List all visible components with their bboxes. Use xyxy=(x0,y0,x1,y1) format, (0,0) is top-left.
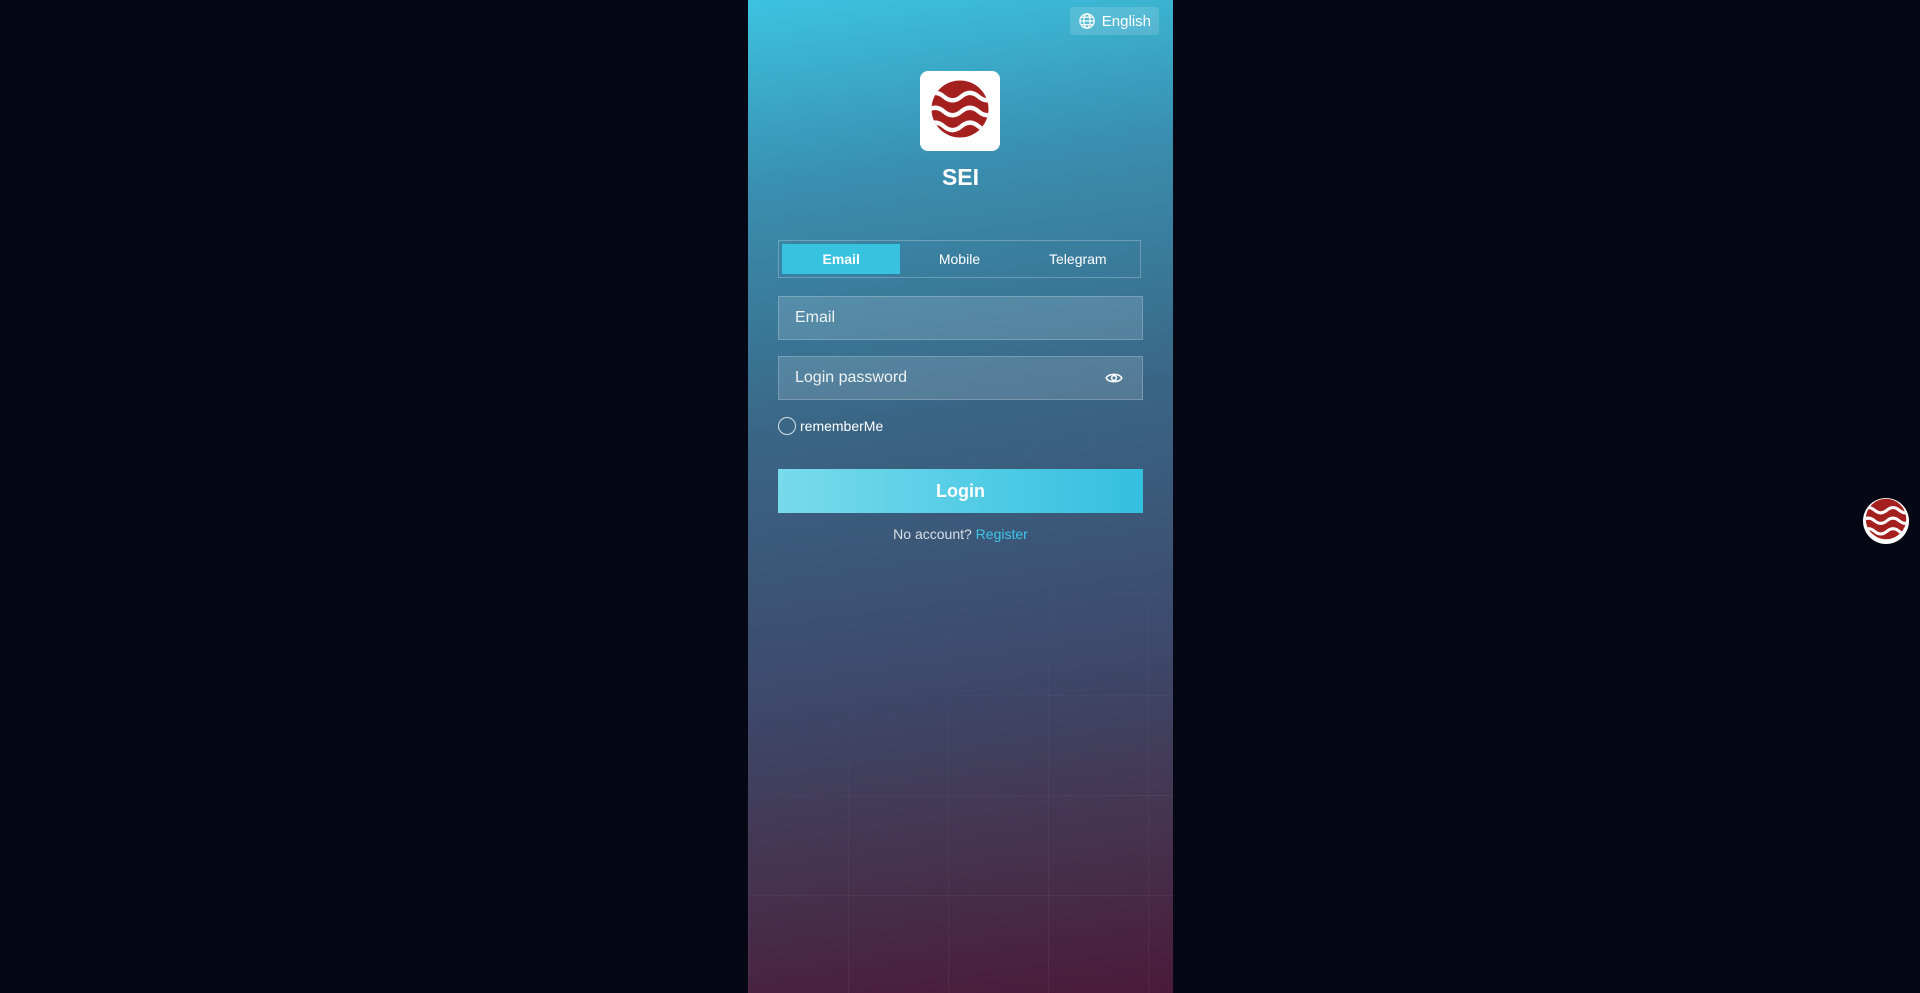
page: English SEI Email Mobile Telegram Email … xyxy=(0,0,1920,993)
signup-prompt: No account? Register xyxy=(748,526,1173,542)
register-link[interactable]: Register xyxy=(976,526,1028,542)
password-input[interactable] xyxy=(779,357,1104,399)
globe-icon xyxy=(1078,12,1096,30)
sei-logo-icon xyxy=(929,78,991,145)
signup-prompt-text: No account? xyxy=(893,526,972,542)
email-input[interactable] xyxy=(779,297,1142,339)
language-label: English xyxy=(1101,12,1151,30)
sei-logo-icon xyxy=(1864,497,1908,546)
remember-me-label[interactable]: rememberMe xyxy=(800,418,883,434)
email-field-wrapper xyxy=(778,296,1143,340)
tab-mobile[interactable]: Mobile xyxy=(900,244,1018,274)
login-button[interactable]: Login xyxy=(778,469,1143,513)
eye-icon[interactable] xyxy=(1104,368,1124,388)
brand-logo xyxy=(920,71,1000,151)
login-panel: English SEI Email Mobile Telegram Email … xyxy=(748,0,1173,993)
remember-me: rememberMe xyxy=(778,416,883,436)
brand-name: SEI xyxy=(941,164,980,190)
language-selector[interactable]: English xyxy=(1069,7,1159,35)
password-field-wrapper xyxy=(778,356,1143,400)
remember-me-radio[interactable] xyxy=(778,417,796,435)
login-method-tabs: Email Mobile Telegram xyxy=(778,240,1141,278)
tab-telegram[interactable]: Telegram xyxy=(1019,244,1137,274)
tab-email[interactable]: Email xyxy=(782,244,901,274)
floating-support-button[interactable] xyxy=(1863,498,1909,544)
